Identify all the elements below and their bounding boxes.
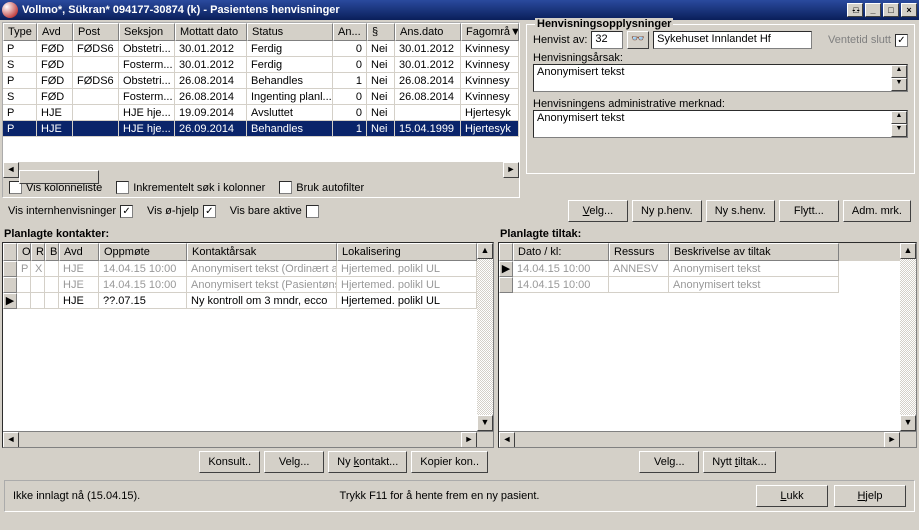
ny-phenv-button[interactable]: Ny p.henv. [632, 200, 702, 222]
col-header[interactable]: Beskrivelse av tiltak [669, 243, 839, 261]
chk-internhenvisninger[interactable]: Vis internhenvisninger✓ [8, 205, 133, 218]
nytt-tiltak-button[interactable]: Nytt tiltak... [703, 451, 775, 473]
col-header[interactable]: Avd [37, 23, 73, 41]
table-row[interactable]: HJE14.04.15 10:00Anonymisert tekst (Pasi… [3, 277, 477, 293]
col-header[interactable]: Fagområ▼ [461, 23, 519, 41]
col-header[interactable]: Ressurs [609, 243, 669, 261]
grid-scrollbar-h[interactable]: ◄ ► [3, 162, 519, 178]
col-header[interactable]: Post [73, 23, 119, 41]
app-icon [2, 2, 18, 18]
col-header[interactable]: R [31, 243, 45, 261]
col-header[interactable]: Seksjon [119, 23, 175, 41]
col-header[interactable]: Lokalisering [337, 243, 477, 261]
velg-button[interactable]: Velg... [568, 200, 628, 222]
col-header[interactable]: An... [333, 23, 367, 41]
window-controls: -□- _ □ × [847, 3, 917, 17]
ny-shenv-button[interactable]: Ny s.henv. [706, 200, 775, 222]
col-header[interactable]: Type [3, 23, 37, 41]
pk-scroll-v[interactable]: ▲▼ [477, 243, 493, 431]
window-title: Vollmo*, Sükran* 094177-30874 (k) - Pasi… [22, 4, 340, 16]
table-row[interactable]: SFØDFosterm...30.01.2012Ferdig0Nei30.01.… [3, 57, 519, 73]
status-bar: Ikke innlagt nå (15.04.15). Trykk F11 fo… [4, 480, 915, 512]
table-row[interactable]: ▶HJE??.07.15Ny kontroll om 3 mndr, eccoH… [3, 293, 477, 309]
kopier-button[interactable]: Kopier kon.. [411, 451, 488, 473]
table-row[interactable]: 14.04.15 10:00Anonymisert tekst [499, 277, 900, 293]
col-header[interactable]: Mottatt dato [175, 23, 247, 41]
aarsak-textarea[interactable]: Anonymisert tekst ▲▼ [533, 64, 908, 92]
pin-button[interactable]: -□- [847, 3, 863, 17]
chk-ohjelp[interactable]: Vis ø-hjelp✓ [147, 205, 216, 218]
adm-label: Henvisningens administrative merknad: [533, 98, 908, 110]
table-row[interactable]: PXHJE14.04.15 10:00Anonymisert tekst (Or… [3, 261, 477, 277]
velg2-button[interactable]: Velg... [264, 451, 324, 473]
lookup-button[interactable]: 👓 [627, 31, 649, 49]
pk-scroll-h[interactable]: ◄► [3, 431, 493, 447]
minimize-button[interactable]: _ [865, 3, 881, 17]
col-header[interactable]: Oppmøte [99, 243, 187, 261]
planlagte-kontakter-title: Planlagte kontakter: [2, 226, 494, 242]
col-header[interactable]: Avd [59, 243, 99, 261]
maximize-button[interactable]: □ [883, 3, 899, 17]
adm-textarea[interactable]: Anonymisert tekst ▲▼ [533, 110, 908, 138]
table-row[interactable]: SFØDFosterm...26.08.2014Ingenting planl.… [3, 89, 519, 105]
col-header[interactable]: Dato / kl: [513, 243, 609, 261]
table-row[interactable]: PFØDFØDS6Obstetri...26.08.2014Behandles1… [3, 73, 519, 89]
henvisningsopplysninger-fieldset: Henvisningsopplysninger Henvist av: 32 👓… [526, 24, 915, 174]
referrals-grid[interactable]: TypeAvdPostSeksjonMottatt datoStatusAn..… [3, 23, 519, 162]
col-header[interactable]: B [45, 243, 59, 261]
pt-scroll-h[interactable]: ◄► [499, 431, 916, 447]
col-header[interactable]: Status [247, 23, 333, 41]
org-input[interactable]: Sykehuset Innlandet Hf [653, 31, 812, 49]
status-left: Ikke innlagt nå (15.04.15). [13, 490, 140, 502]
henvist-av-input[interactable]: 32 [591, 31, 623, 49]
flytt-button[interactable]: Flytt... [779, 200, 839, 222]
planlagte-tiltak-title: Planlagte tiltak: [498, 226, 917, 242]
pt-scroll-v[interactable]: ▲▼ [900, 243, 916, 431]
ventetid-checkbox[interactable]: ✓ [895, 34, 908, 47]
planlagte-tiltak-grid[interactable]: Dato / kl:RessursBeskrivelse av tiltak ▶… [498, 242, 917, 448]
aarsak-label: Henvisningsårsak: [533, 52, 908, 64]
close-button[interactable]: × [901, 3, 917, 17]
planlagte-kontakter-grid[interactable]: ORBAvdOppmøteKontaktårsakLokalisering PX… [2, 242, 494, 448]
henvist-av-label: Henvist av: [533, 34, 587, 46]
velg3-button[interactable]: Velg... [639, 451, 699, 473]
fieldset-legend: Henvisningsopplysninger [535, 18, 673, 30]
ny-kontakt-button[interactable]: Ny kontakt... [328, 451, 407, 473]
col-header[interactable]: § [367, 23, 395, 41]
table-row[interactable]: PHJEHJE hje...19.09.2014Avsluttet0NeiHje… [3, 105, 519, 121]
konsult-button[interactable]: Konsult.. [199, 451, 260, 473]
lukk-button[interactable]: Lukk [756, 485, 828, 507]
ventetid-label: Ventetid slutt [828, 34, 891, 46]
chk-aktive[interactable]: Vis bare aktive [230, 205, 319, 218]
col-header[interactable]: O [17, 243, 31, 261]
status-center: Trykk F11 for å hente frem en ny pasient… [340, 490, 540, 502]
col-header[interactable]: Kontaktårsak [187, 243, 337, 261]
hjelp-button[interactable]: Hjelp [834, 485, 906, 507]
col-header[interactable]: Ans.dato [395, 23, 461, 41]
table-row[interactable]: PHJEHJE hje...26.09.2014Behandles1Nei15.… [3, 121, 519, 137]
table-row[interactable]: ▶14.04.15 10:00ANNESVAnonymisert tekst [499, 261, 900, 277]
adm-mrk-button[interactable]: Adm. mrk. [843, 200, 911, 222]
chk-inkrementelt[interactable]: Inkrementelt søk i kolonner [116, 181, 265, 194]
table-row[interactable]: PFØDFØDS6Obstetri...30.01.2012Ferdig0Nei… [3, 41, 519, 57]
chk-autofilter[interactable]: Bruk autofilter [279, 181, 364, 194]
title-bar: Vollmo*, Sükran* 094177-30874 (k) - Pasi… [0, 0, 919, 20]
referrals-pane: TypeAvdPostSeksjonMottatt datoStatusAn..… [2, 22, 520, 198]
